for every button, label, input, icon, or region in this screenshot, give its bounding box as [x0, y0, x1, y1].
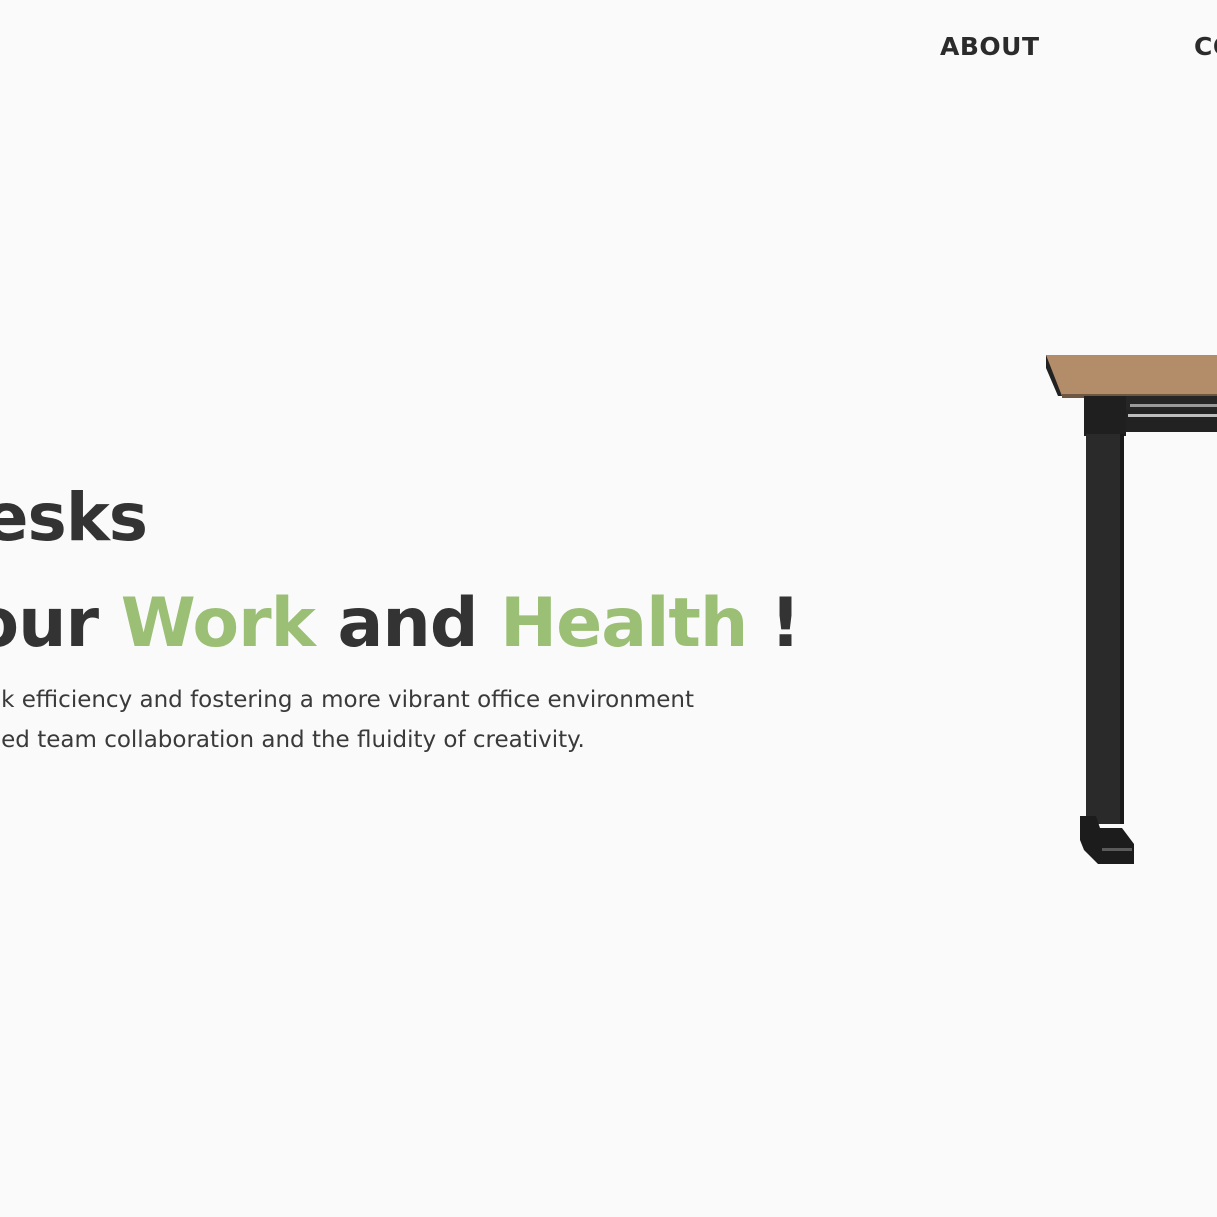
nav-about-link[interactable]: ABOUT — [940, 32, 1040, 62]
page: ABOUT CONTACT Desks ate Your Work and He… — [0, 0, 1217, 1217]
standing-desk-image — [1046, 355, 1217, 864]
desk-crossbar-highlight — [1130, 404, 1217, 407]
desk-foot-highlight — [1102, 848, 1132, 851]
hero-tagline: ate Your Work and Health ! — [0, 584, 801, 664]
hero-description-line: ed team collaboration and the fluidity o… — [1, 727, 585, 753]
tagline-end: ! — [747, 584, 801, 663]
desk-top — [1046, 355, 1217, 396]
hero-description-line: k efficiency and fostering a more vibran… — [1, 687, 694, 713]
tagline-work-highlight: Work — [120, 584, 316, 663]
desk-crossbar-rail — [1128, 414, 1217, 417]
tagline-health-highlight: Health — [500, 584, 748, 663]
desk-crossbar-lower — [1125, 410, 1217, 432]
hero-description: k efficiency and fostering a more vibran… — [1, 680, 694, 760]
desk-leg-bracket — [1084, 396, 1126, 436]
desk-leg-shadow — [1120, 434, 1124, 824]
tagline-start: ate Your — [0, 584, 99, 663]
hero-title: Desks — [0, 479, 148, 556]
nav-contact-link[interactable]: CONTACT — [1194, 32, 1217, 62]
desk-leg — [1086, 434, 1124, 824]
tagline-and: and — [314, 584, 501, 663]
